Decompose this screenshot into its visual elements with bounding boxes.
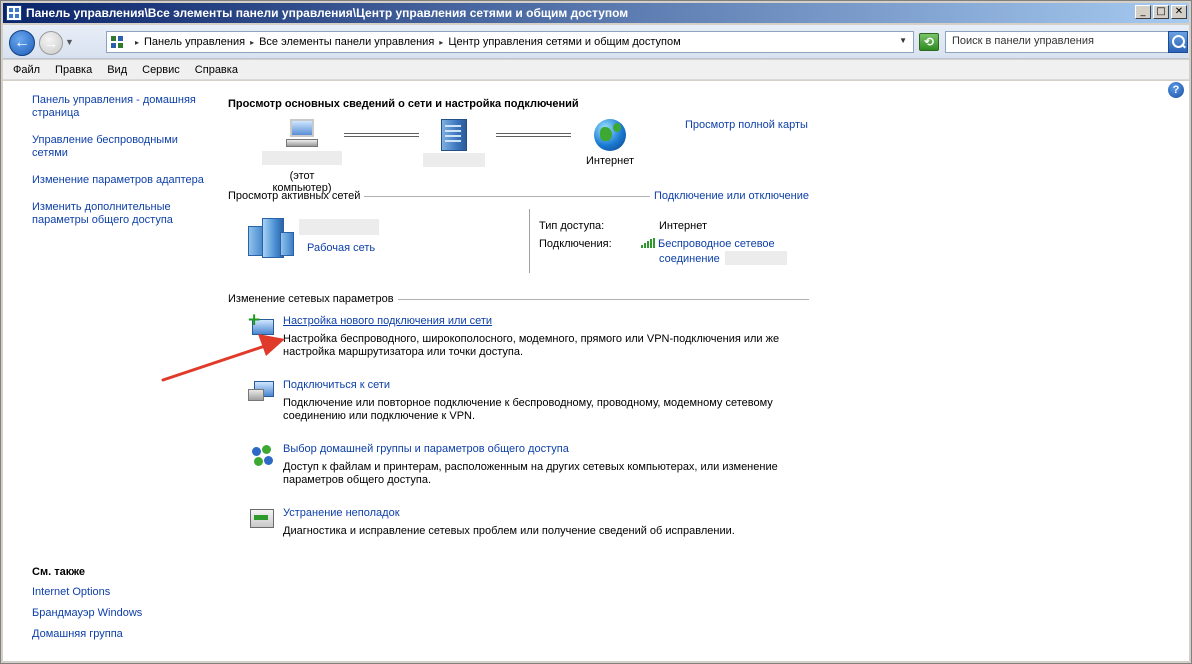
window: Панель управления\Все элементы панели уп… (0, 0, 1192, 664)
task-connect-network: Подключиться к сети Подключение или повт… (248, 379, 808, 425)
search-input[interactable]: Поиск в панели управления (945, 31, 1169, 53)
chevron-right-icon: ▸ (439, 37, 444, 47)
network-icon[interactable] (248, 218, 294, 258)
control-panel-icon (6, 5, 22, 21)
control-panel-icon (110, 35, 124, 49)
address-dropdown-icon[interactable]: ▼ (899, 36, 907, 45)
window-controls: _ □ ✕ (1135, 5, 1187, 19)
see-also-title: См. также (32, 566, 85, 578)
maximize-button[interactable]: □ (1153, 5, 1169, 19)
search-icon[interactable] (1168, 31, 1188, 53)
wireless-connection-link[interactable]: Беспроводное сетевое (641, 238, 775, 250)
redacted-network-name (299, 219, 379, 235)
help-icon[interactable]: ? (1168, 82, 1184, 98)
task-homegroup: Выбор домашней группы и параметров общег… (248, 443, 808, 489)
this-computer-node[interactable]: (этот компьютер) (261, 119, 343, 194)
redacted-network-name (423, 153, 485, 167)
menu-bar: Файл Правка Вид Сервис Справка (3, 60, 1189, 80)
see-also: См. также Internet Options Брандмауэр Wi… (32, 566, 207, 649)
internet-label: Интернет (586, 155, 634, 167)
forward-button[interactable]: → (39, 31, 63, 55)
internet-node[interactable]: Интернет (578, 119, 642, 167)
task-description: Диагностика и исправление сетевых пробле… (283, 525, 735, 537)
new-connection-link[interactable]: Настройка нового подключения или сети (283, 315, 492, 327)
computer-icon (286, 119, 318, 149)
menu-edit[interactable]: Правка (55, 64, 92, 76)
redacted-connection-name (724, 251, 787, 265)
sidebar-item-wireless[interactable]: Управление беспроводными сетями (32, 134, 207, 160)
task-troubleshoot: Устранение неполадок Диагностика и испра… (248, 507, 808, 541)
see-also-firewall[interactable]: Брандмауэр Windows (32, 607, 207, 620)
main-panel: Просмотр основных сведений о сети и наст… (228, 81, 818, 661)
new-connection-icon (247, 310, 274, 337)
menu-view[interactable]: Вид (107, 64, 127, 76)
task-description: Подключение или повторное подключение к … (283, 397, 773, 422)
globe-icon (594, 119, 626, 151)
wireless-connection-link-line2[interactable]: соединение (659, 251, 787, 265)
troubleshoot-icon (248, 507, 274, 529)
troubleshoot-link[interactable]: Устранение неполадок (283, 507, 400, 519)
access-type-value: Интернет (659, 220, 707, 232)
connect-network-icon (248, 379, 274, 401)
access-type-label: Тип доступа: (539, 220, 605, 232)
sidebar-item-adapter[interactable]: Изменение параметров адаптера (32, 174, 207, 187)
menu-help[interactable]: Справка (195, 64, 238, 76)
connect-network-link[interactable]: Подключиться к сети (283, 379, 390, 391)
close-button[interactable]: ✕ (1171, 5, 1187, 19)
address-bar: ← → ▼ ▸ Панель управления ▸ Все элементы п… (3, 25, 1189, 59)
wireless-signal-icon (641, 238, 655, 248)
connections-label: Подключения: (539, 238, 612, 250)
menu-tools[interactable]: Сервис (142, 64, 180, 76)
menu-file[interactable]: Файл (13, 64, 40, 76)
connection-line (496, 133, 571, 137)
homegroup-link[interactable]: Выбор домашней группы и параметров общег… (283, 443, 569, 455)
page-title: Просмотр основных сведений о сети и наст… (228, 98, 579, 110)
sidebar-item-home[interactable]: Панель управления - домашняя страница (32, 94, 207, 120)
window-title: Панель управления\Все элементы панели уп… (26, 6, 629, 20)
change-settings-title: Изменение сетевых параметров (228, 293, 394, 305)
chevron-right-icon: ▸ (135, 37, 140, 47)
task-new-connection: Настройка нового подключения или сети На… (247, 310, 808, 361)
content-area: ? Панель управления - домашняя страница … (3, 81, 1189, 661)
minimize-button[interactable]: _ (1135, 5, 1151, 19)
homegroup-icon (248, 443, 274, 465)
network-node[interactable] (422, 119, 486, 170)
back-button[interactable]: ← (9, 30, 35, 56)
title-bar[interactable]: Панель управления\Все элементы панели уп… (3, 3, 1189, 23)
redacted-computer-name (262, 151, 342, 165)
full-map-link[interactable]: Просмотр полной карты (685, 119, 808, 131)
breadcrumb-item[interactable]: ▸ Все элементы панели управления (245, 36, 434, 48)
breadcrumb-item[interactable]: ▸ Центр управления сетями и общим доступо… (434, 36, 680, 48)
network-type-link[interactable]: Рабочая сеть (307, 242, 375, 254)
connect-disconnect-link[interactable]: Подключение или отключение (654, 190, 809, 202)
active-networks-title: Просмотр активных сетей (228, 190, 361, 202)
see-also-homegroup[interactable]: Домашняя группа (32, 628, 207, 641)
divider (529, 209, 530, 273)
see-also-internet-options[interactable]: Internet Options (32, 586, 207, 599)
refresh-button[interactable]: ⟲ (919, 33, 939, 51)
task-description: Доступ к файлам и принтерам, расположенн… (283, 461, 778, 486)
active-networks-header: Просмотр активных сетей Подключение или … (228, 190, 809, 202)
task-description: Настройка беспроводного, широкополосного… (283, 333, 780, 358)
sidebar: Панель управления - домашняя страница Уп… (32, 94, 207, 241)
connection-line (344, 133, 419, 137)
chevron-right-icon: ▸ (250, 37, 255, 47)
recent-pages-dropdown-icon[interactable]: ▼ (65, 37, 74, 47)
network-icon (441, 119, 467, 151)
breadcrumb[interactable]: ▸ Панель управления ▸ Все элементы панели … (106, 31, 914, 53)
sidebar-item-sharing[interactable]: Изменить дополнительные параметры общего… (32, 201, 207, 227)
change-settings-header: Изменение сетевых параметров (228, 293, 809, 305)
breadcrumb-item[interactable]: ▸ Панель управления (130, 36, 245, 48)
